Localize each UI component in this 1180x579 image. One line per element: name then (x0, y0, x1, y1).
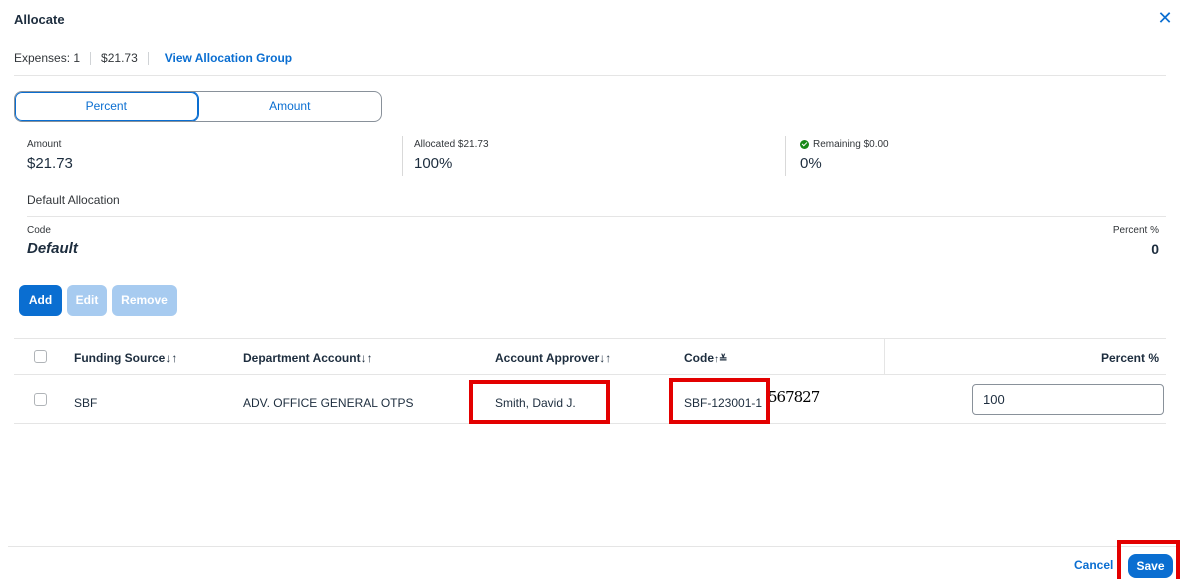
select-all-checkbox[interactable] (34, 350, 47, 363)
divider (402, 136, 403, 176)
sort-icon: ↓↑ (599, 351, 612, 365)
remaining-stat-label: Remaining $0.00 (813, 139, 889, 150)
approver-highlight-box (469, 380, 610, 424)
expense-count: Expenses: 1 (14, 51, 81, 65)
sort-icon: ↓↑ (360, 351, 373, 365)
code-highlight-box (669, 378, 770, 424)
divider (27, 216, 1166, 217)
remaining-stat-value: 0% (800, 155, 822, 172)
save-highlight-box (1117, 540, 1180, 579)
row-checkbox[interactable] (34, 393, 47, 406)
allocated-stat-value: 100% (414, 155, 453, 172)
sort-icon: ↓↑ (165, 351, 178, 365)
edit-button[interactable]: Edit (67, 285, 107, 316)
allocated-stat-label: Allocated $21.73 (414, 139, 489, 150)
allocation-mode-toggle: Percent Amount (14, 91, 382, 122)
divider (14, 75, 1166, 76)
divider (14, 338, 1166, 339)
divider (14, 374, 1166, 375)
divider (785, 136, 786, 176)
column-header-code[interactable]: Code↑≚ (684, 351, 727, 365)
close-icon[interactable]: ✕ (1157, 9, 1173, 27)
amount-stat: Amount $21.73 (27, 139, 73, 172)
view-allocation-group-link[interactable]: View Allocation Group (165, 51, 292, 65)
column-header-department-account[interactable]: Department Account↓↑ (243, 351, 373, 365)
department-account-cell: ADV. OFFICE GENERAL OTPS (243, 396, 414, 410)
expense-amount: $21.73 (101, 51, 138, 65)
code-value: Default (27, 240, 78, 257)
allocated-stat: Allocated $21.73 100% (414, 139, 489, 172)
remaining-stat: Remaining $0.00 0% (800, 139, 889, 172)
divider (90, 51, 92, 65)
column-header-percent[interactable]: Percent % (1101, 351, 1159, 365)
overlay-text: 567827 (768, 388, 820, 406)
sort-ascending-icon: ↑≚ (714, 354, 728, 365)
amount-toggle-option[interactable]: Amount (199, 92, 382, 121)
check-circle-icon (800, 140, 809, 149)
percent-toggle-option[interactable]: Percent (15, 92, 199, 121)
expense-summary: Expenses: 1 $21.73 View Allocation Group (14, 51, 292, 65)
amount-stat-value: $21.73 (27, 155, 73, 172)
code-label: Code (27, 225, 51, 236)
divider (884, 339, 885, 374)
cancel-button[interactable]: Cancel (1074, 558, 1113, 572)
column-header-funding-source[interactable]: Funding Source↓↑ (74, 351, 177, 365)
divider (147, 51, 149, 65)
divider (8, 546, 1180, 547)
amount-stat-label: Amount (27, 139, 62, 150)
default-allocation-heading: Default Allocation (27, 193, 120, 207)
column-header-account-approver[interactable]: Account Approver↓↑ (495, 351, 611, 365)
percent-value: 0 (1151, 241, 1159, 257)
remove-button[interactable]: Remove (112, 285, 177, 316)
funding-source-cell: SBF (74, 396, 98, 410)
dialog-title: Allocate (14, 12, 65, 27)
percent-input[interactable]: 100 (972, 384, 1164, 415)
add-button[interactable]: Add (19, 285, 62, 316)
percent-label: Percent % (1112, 225, 1159, 236)
